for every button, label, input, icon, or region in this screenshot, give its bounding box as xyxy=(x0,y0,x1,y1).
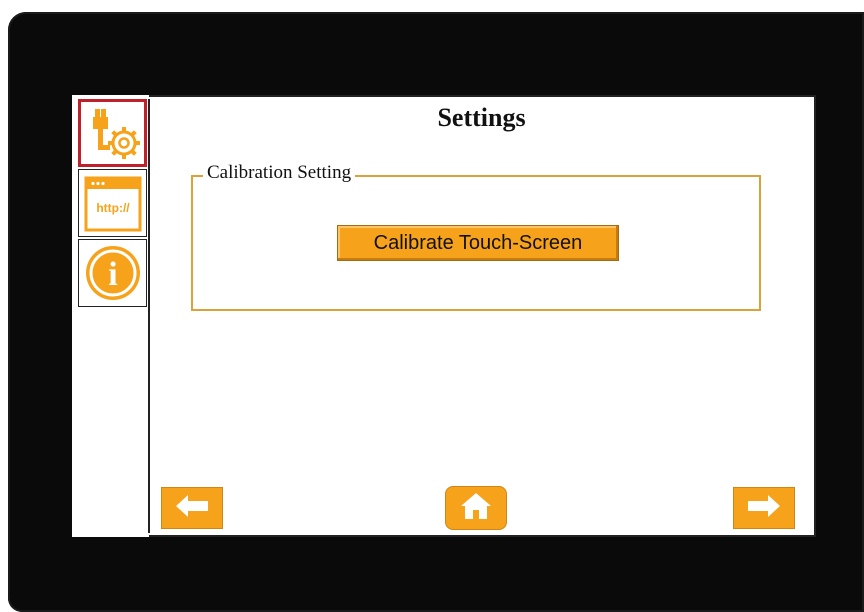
touch-screen: http:// i Settings Calibration Setting C… xyxy=(72,95,816,537)
info-glyph: i xyxy=(108,256,117,293)
sidebar-item-network[interactable]: http:// xyxy=(78,169,147,237)
sidebar-item-settings[interactable] xyxy=(78,99,147,167)
browser-window-icon: http:// xyxy=(82,174,144,232)
sidebar-item-info[interactable]: i xyxy=(78,239,147,307)
next-button[interactable] xyxy=(733,487,795,529)
calibrate-touch-screen-button[interactable]: Calibrate Touch-Screen xyxy=(337,225,619,261)
arrow-left-icon xyxy=(172,493,212,524)
browser-url-text: http:// xyxy=(96,201,130,215)
back-button[interactable] xyxy=(161,487,223,529)
info-icon: i xyxy=(82,243,144,303)
calibration-group-label: Calibration Setting xyxy=(203,162,356,184)
home-button[interactable] xyxy=(445,486,507,530)
page-title: Settings xyxy=(437,103,526,132)
home-icon xyxy=(459,491,493,526)
device-frame: http:// i Settings Calibration Setting C… xyxy=(0,0,864,612)
settings-gear-icon xyxy=(82,103,144,163)
main-panel: Settings Calibration Setting Calibrate T… xyxy=(149,95,816,537)
sidebar: http:// i xyxy=(78,99,150,533)
calibration-group: Calibration Setting Calibrate Touch-Scre… xyxy=(191,162,761,311)
arrow-right-icon xyxy=(744,493,784,524)
